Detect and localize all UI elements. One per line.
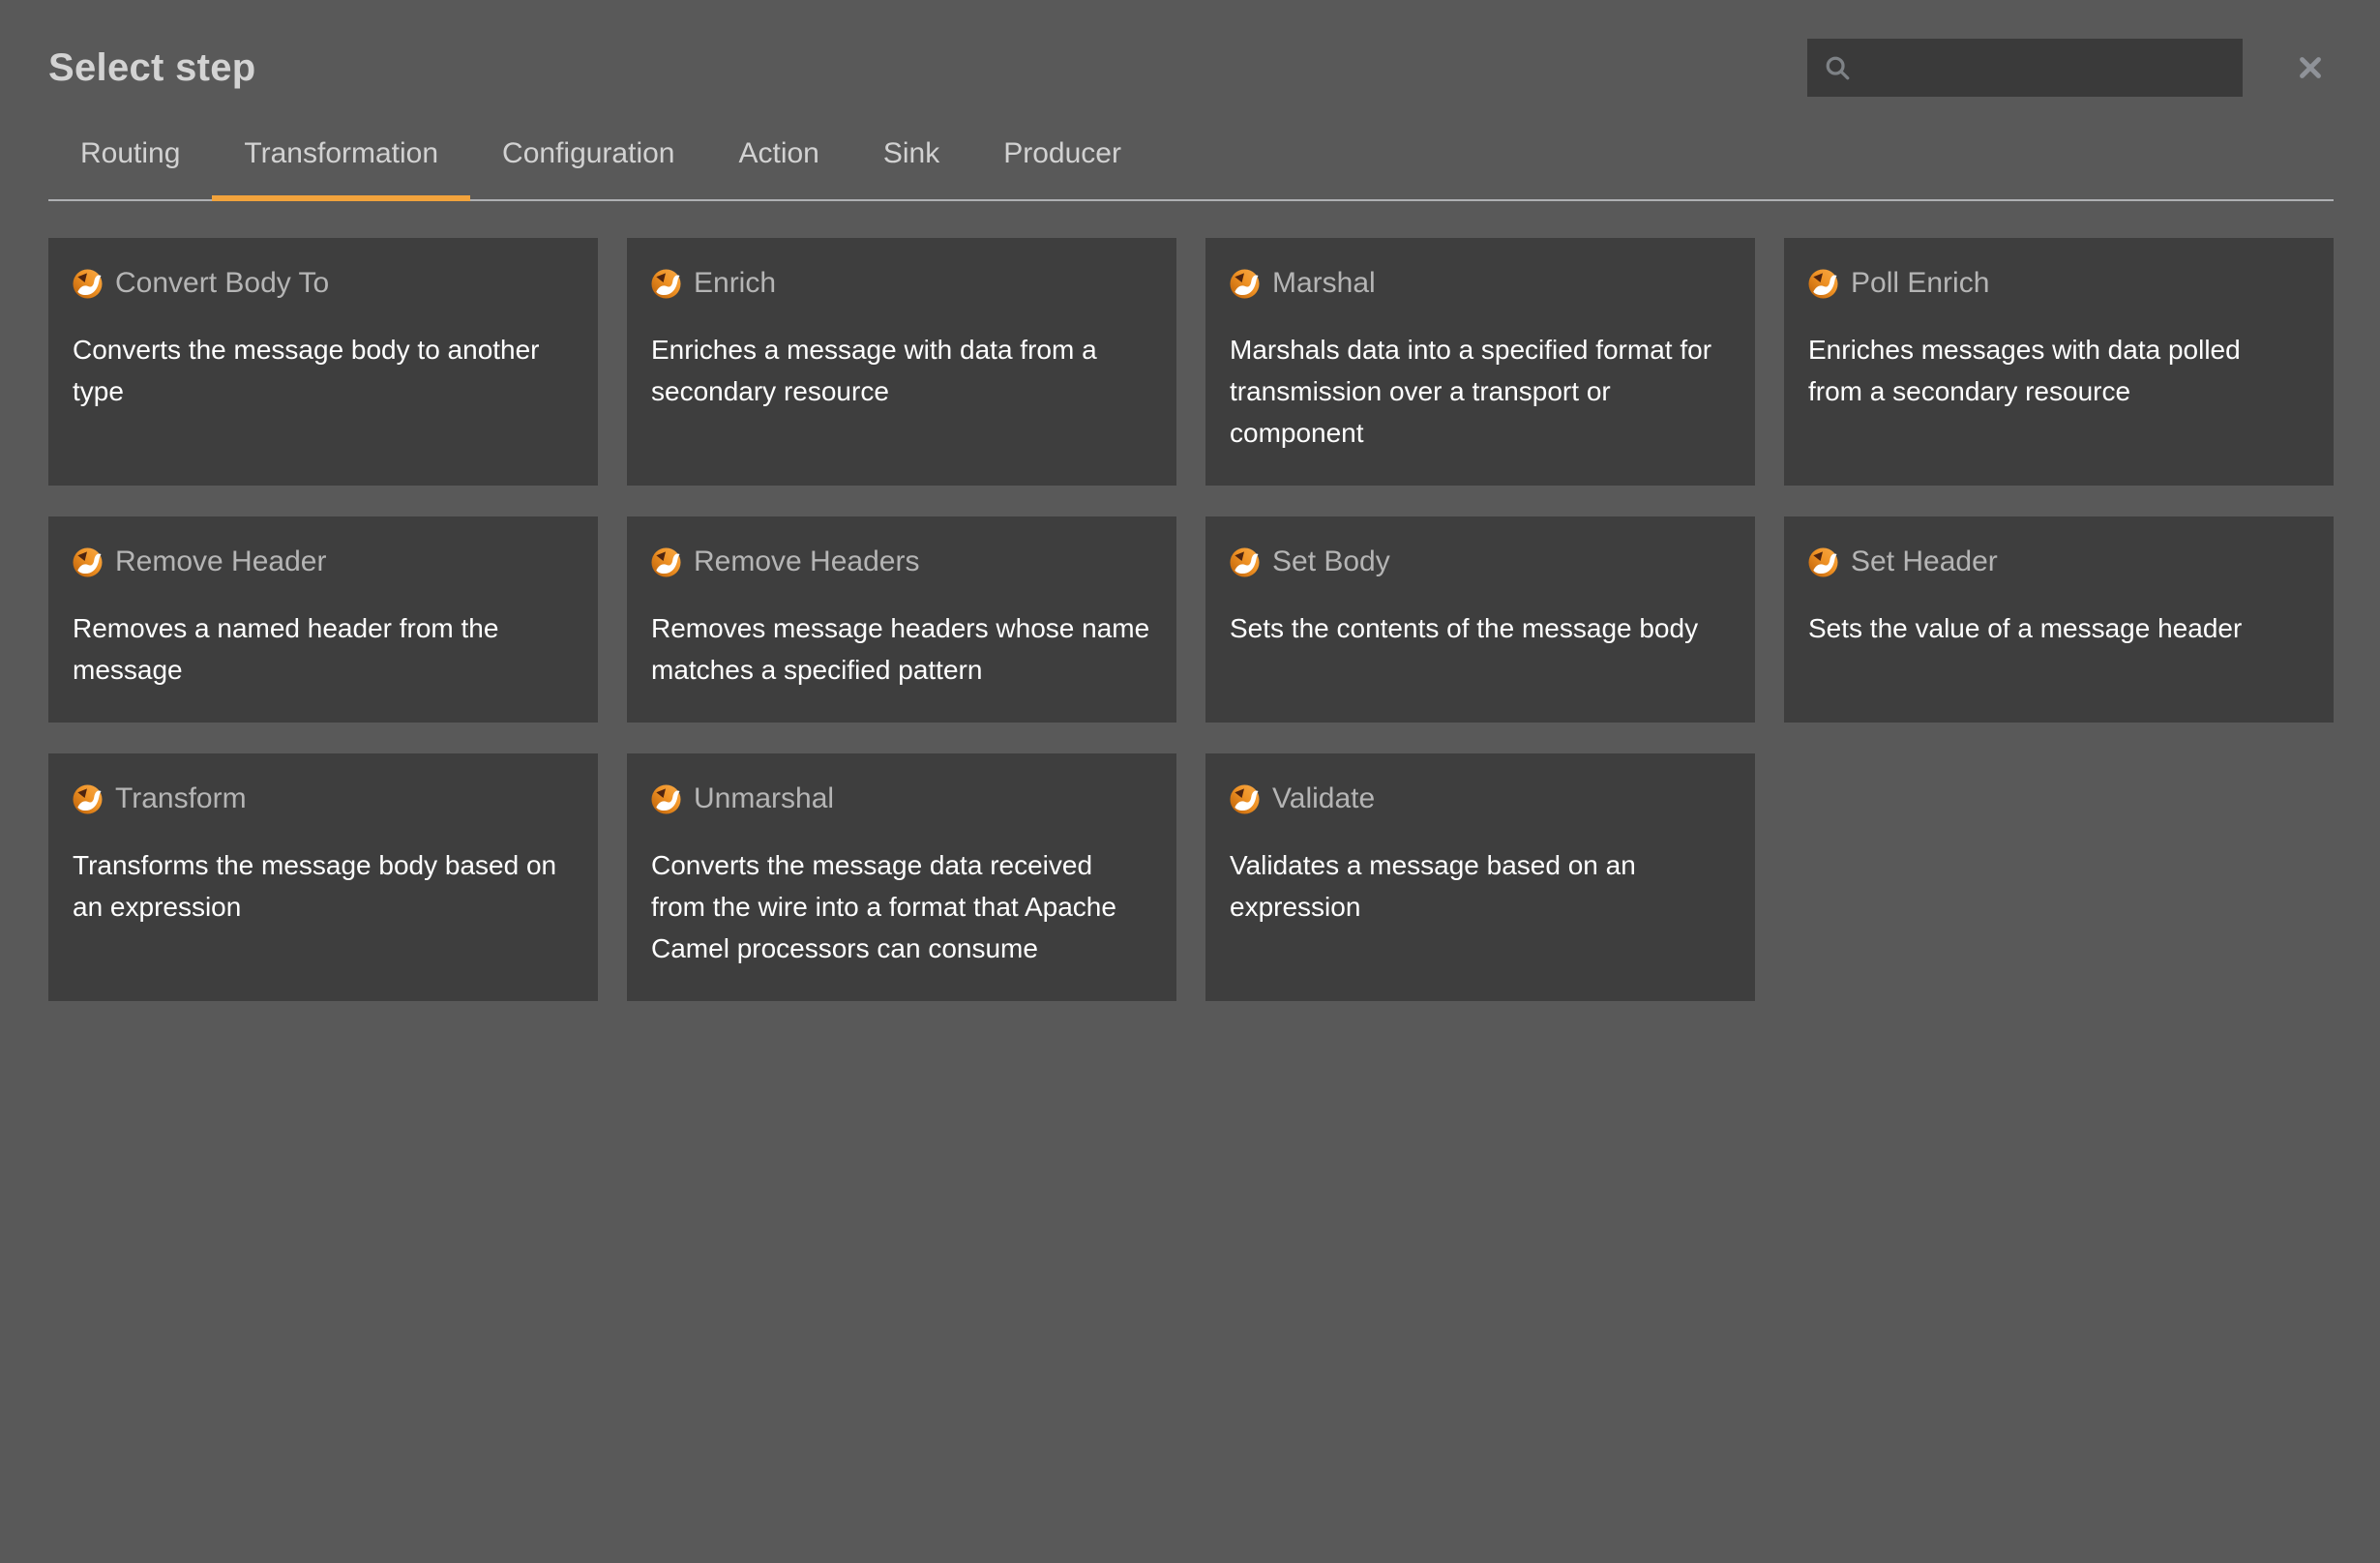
step-card-title: Poll Enrich [1851, 267, 1989, 300]
step-card-title: Marshal [1272, 267, 1376, 300]
step-card-unmarshal[interactable]: Unmarshal Converts the message data rece… [627, 753, 1176, 1001]
page-title: Select step [48, 46, 1807, 90]
search-icon [1823, 53, 1852, 82]
camel-icon [1230, 269, 1260, 299]
step-card-convert-body-to[interactable]: Convert Body To Converts the message bod… [48, 238, 598, 486]
step-card-grid: Convert Body To Converts the message bod… [48, 238, 2334, 1001]
step-card-transform[interactable]: Transform Transforms the message body ba… [48, 753, 598, 1001]
step-card-marshal[interactable]: Marshal Marshals data into a specified f… [1205, 238, 1755, 486]
step-card-remove-header[interactable]: Remove Header Removes a named header fro… [48, 516, 598, 723]
camel-icon [651, 269, 681, 299]
step-card-description: Validates a message based on an expressi… [1230, 844, 1731, 928]
step-card-remove-headers[interactable]: Remove Headers Removes message headers w… [627, 516, 1176, 723]
step-card-title: Set Header [1851, 546, 1998, 578]
step-card-title: Set Body [1272, 546, 1390, 578]
step-card-title: Remove Headers [694, 546, 919, 578]
camel-icon [1230, 784, 1260, 814]
step-card-description: Marshals data into a specified format fo… [1230, 329, 1731, 454]
camel-icon [73, 547, 103, 577]
camel-icon [73, 784, 103, 814]
camel-icon [1230, 547, 1260, 577]
camel-icon [1808, 547, 1838, 577]
tab-action[interactable]: Action [706, 112, 850, 199]
step-card-title: Transform [115, 782, 247, 815]
camel-icon [651, 547, 681, 577]
step-card-enrich[interactable]: Enrich Enriches a message with data from… [627, 238, 1176, 486]
step-card-description: Transforms the message body based on an … [73, 844, 574, 928]
step-card-description: Enriches a message with data from a seco… [651, 329, 1152, 412]
search-input[interactable] [1865, 52, 2227, 84]
tab-sink[interactable]: Sink [851, 112, 971, 199]
step-card-description: Converts the message data received from … [651, 844, 1152, 969]
camel-icon [73, 269, 103, 299]
step-card-title: Validate [1272, 782, 1375, 815]
tab-configuration[interactable]: Configuration [470, 112, 706, 199]
step-card-description: Sets the value of a message header [1808, 607, 2309, 649]
step-card-title: Remove Header [115, 546, 326, 578]
tab-transformation[interactable]: Transformation [212, 112, 470, 199]
tab-routing[interactable]: Routing [48, 112, 212, 199]
step-card-title: Convert Body To [115, 267, 329, 300]
step-card-description: Converts the message body to another typ… [73, 329, 574, 412]
step-card-description: Enriches messages with data polled from … [1808, 329, 2309, 412]
step-card-title: Unmarshal [694, 782, 834, 815]
close-button[interactable] [2289, 46, 2332, 89]
step-card-title: Enrich [694, 267, 776, 300]
step-card-validate[interactable]: Validate Validates a message based on an… [1205, 753, 1755, 1001]
camel-icon [1808, 269, 1838, 299]
select-step-dialog: Select step Routing Transformation Confi… [0, 0, 2380, 1001]
category-tabs: Routing Transformation Configuration Act… [48, 112, 2334, 201]
step-card-set-header[interactable]: Set Header Sets the value of a message h… [1784, 516, 2334, 723]
step-card-description: Removes message headers whose name match… [651, 607, 1152, 691]
camel-icon [651, 784, 681, 814]
search-box[interactable] [1807, 39, 2243, 97]
close-icon [2294, 51, 2327, 84]
step-card-poll-enrich[interactable]: Poll Enrich Enriches messages with data … [1784, 238, 2334, 486]
dialog-header: Select step [0, 0, 2380, 97]
step-card-description: Removes a named header from the message [73, 607, 574, 691]
tab-producer[interactable]: Producer [971, 112, 1153, 199]
step-card-description: Sets the contents of the message body [1230, 607, 1731, 649]
step-card-set-body[interactable]: Set Body Sets the contents of the messag… [1205, 516, 1755, 723]
